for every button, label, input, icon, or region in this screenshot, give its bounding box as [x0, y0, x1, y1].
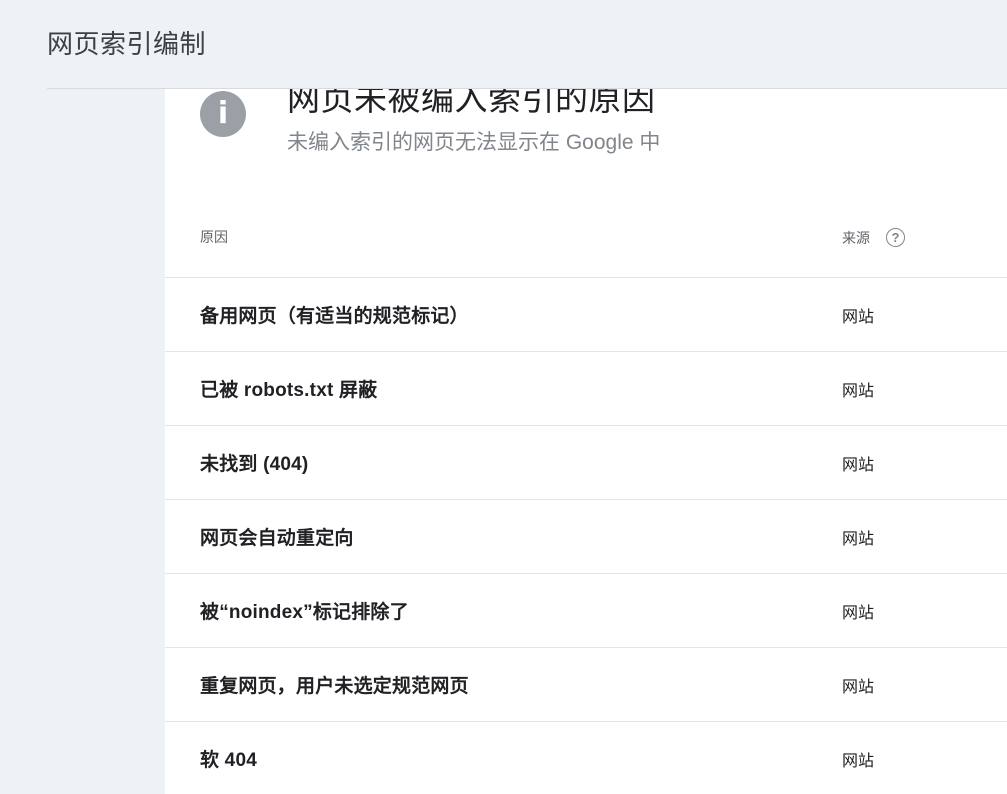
row-source: 网站: [842, 673, 874, 697]
top-bar: 网页索引编制: [0, 0, 1007, 88]
row-reason: 被“noindex”标记排除了: [200, 597, 842, 624]
table-row[interactable]: 软 404 网站: [165, 722, 1007, 794]
table-row[interactable]: 备用网页（有适当的规范标记） 网站: [165, 278, 1007, 352]
page-indexing-screen: 网页索引编制 i 网页未被编入索引的原因 未编入索引的网页无法显示在 Googl…: [0, 0, 1007, 794]
row-reason: 网页会自动重定向: [200, 523, 842, 550]
table-row[interactable]: 被“noindex”标记排除了 网站: [165, 574, 1007, 648]
row-reason: 软 404: [200, 745, 842, 772]
column-header-source: 来源: [842, 229, 870, 247]
row-source: 网站: [842, 747, 874, 771]
row-source: 网站: [842, 525, 874, 549]
help-icon[interactable]: ?: [886, 228, 905, 247]
table-row[interactable]: 重复网页，用户未选定规范网页 网站: [165, 648, 1007, 722]
row-source: 网站: [842, 377, 874, 401]
row-source: 网站: [842, 599, 874, 623]
row-reason: 备用网页（有适当的规范标记）: [200, 301, 842, 328]
row-source: 网站: [842, 451, 874, 475]
info-icon: i: [200, 91, 246, 137]
table-row[interactable]: 未找到 (404) 网站: [165, 426, 1007, 500]
row-source: 网站: [842, 303, 874, 327]
panel-subtitle: 未编入索引的网页无法显示在 Google 中: [287, 129, 660, 156]
panel-heading: 网页未被编入索引的原因: [287, 89, 656, 119]
info-icon-glyph: i: [218, 99, 228, 129]
column-header-reason: 原因: [200, 228, 228, 246]
row-reason: 未找到 (404): [200, 449, 842, 476]
table-row[interactable]: 已被 robots.txt 屏蔽 网站: [165, 352, 1007, 426]
not-indexed-reasons-panel: i 网页未被编入索引的原因 未编入索引的网页无法显示在 Google 中 原因 …: [165, 89, 1007, 794]
help-icon-glyph: ?: [892, 231, 900, 244]
table-row[interactable]: 网页会自动重定向 网站: [165, 500, 1007, 574]
row-reason: 已被 robots.txt 屏蔽: [200, 375, 842, 402]
left-gutter: [0, 89, 165, 794]
page-title: 网页索引编制: [47, 29, 206, 59]
reasons-table: 备用网页（有适当的规范标记） 网站 已被 robots.txt 屏蔽 网站 未找…: [165, 278, 1007, 794]
row-reason: 重复网页，用户未选定规范网页: [200, 671, 842, 698]
column-header-source-group: 来源 ?: [842, 228, 905, 247]
